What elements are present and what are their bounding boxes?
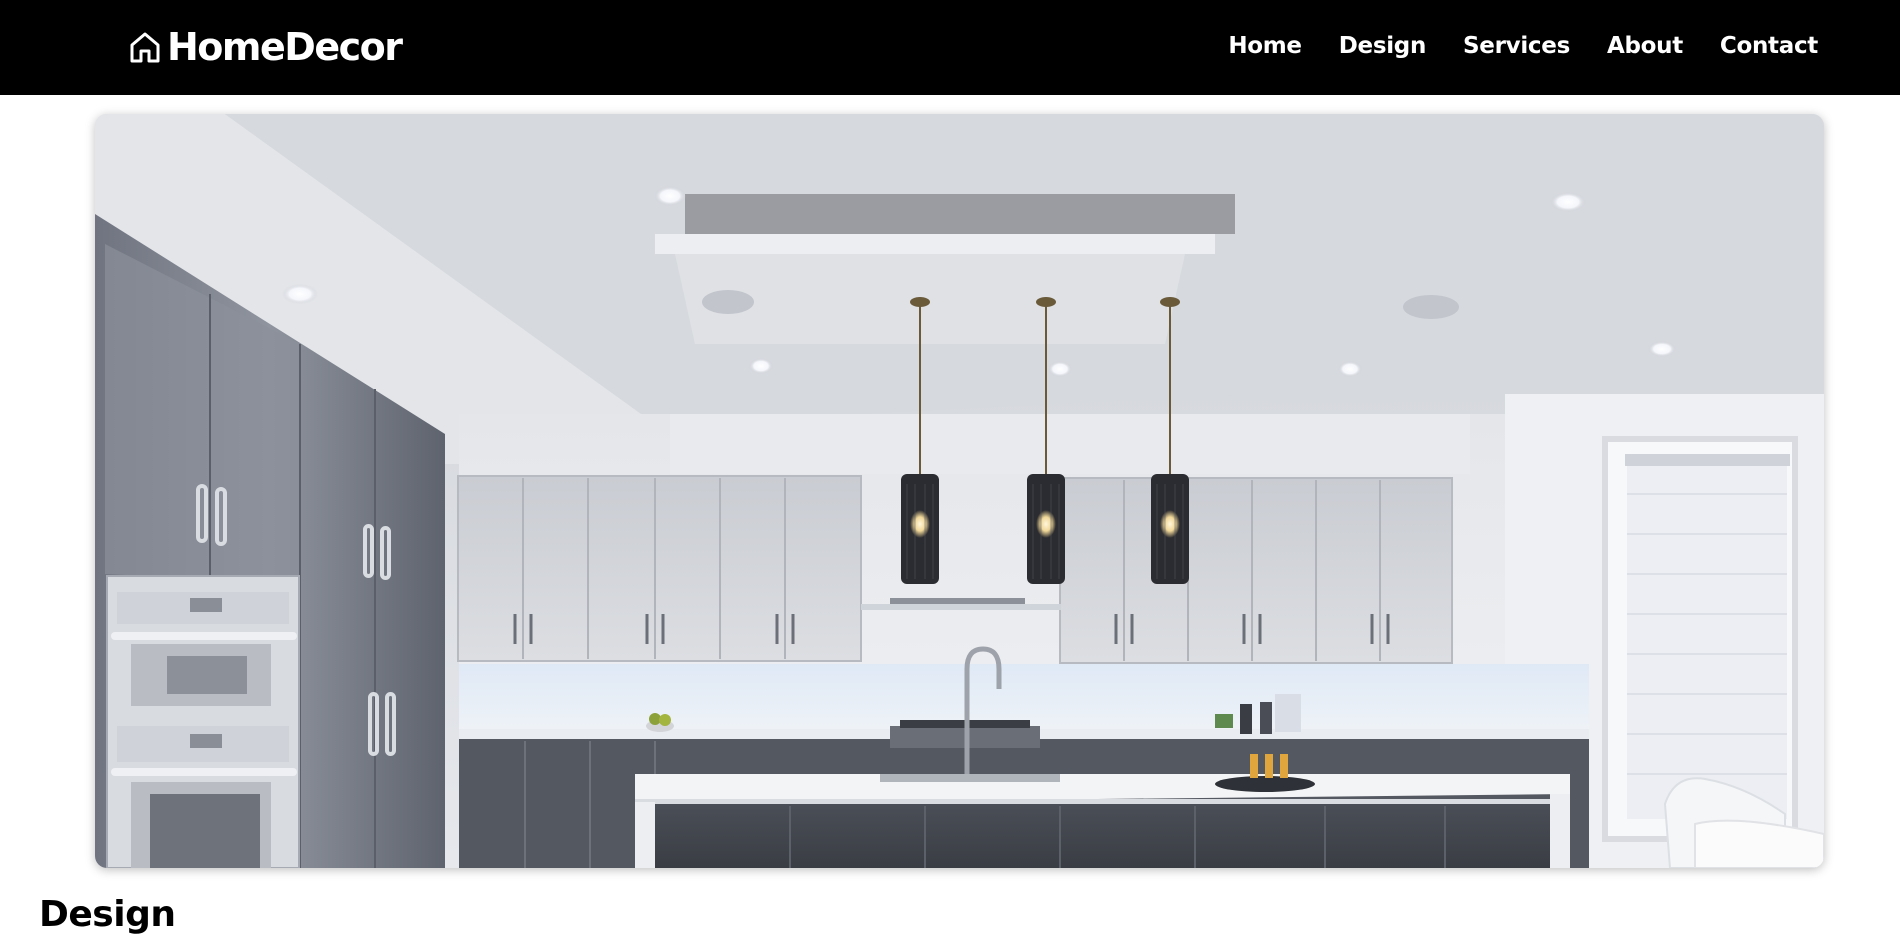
nav-link-design[interactable]: Design <box>1339 28 1427 64</box>
top-navbar: HomeDecor Home Design Services About Con… <box>0 0 1900 95</box>
nav-link-services[interactable]: Services <box>1463 28 1570 64</box>
nav-link-home[interactable]: Home <box>1228 28 1302 64</box>
section-heading-design: Design <box>39 894 176 935</box>
nav-link-contact[interactable]: Contact <box>1720 28 1818 64</box>
hero-kitchen-image <box>95 114 1824 868</box>
brand-logo-link[interactable]: HomeDecor <box>127 22 403 72</box>
brand-name: HomeDecor <box>167 25 403 69</box>
nav-link-about[interactable]: About <box>1607 28 1683 64</box>
main-nav: Home Design Services About Contact <box>1191 28 1818 64</box>
house-outline-icon <box>130 32 160 63</box>
